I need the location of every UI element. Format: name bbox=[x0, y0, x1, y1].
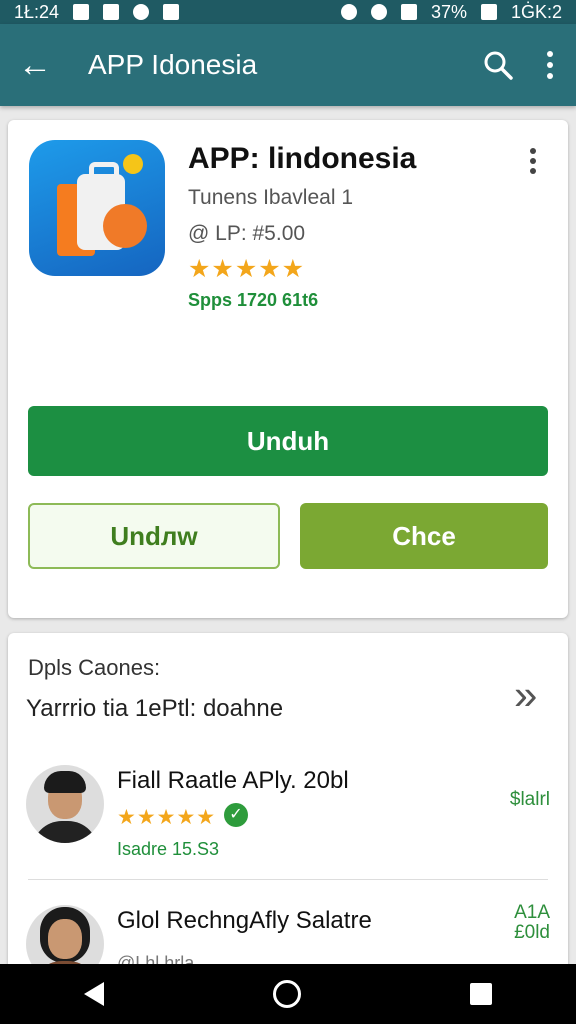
nav-recents-icon[interactable] bbox=[469, 983, 492, 1005]
review-item[interactable]: Glol RechngAfly Salatre @Lhl hrla A1A £0… bbox=[8, 895, 568, 973]
double-chevron-right-icon[interactable]: » bbox=[514, 671, 537, 719]
review-tag: $lalrl bbox=[509, 789, 550, 810]
app-downloads: Spps 1720 61t6 bbox=[188, 290, 319, 310]
signal-icon bbox=[400, 4, 417, 20]
status-clock: 1ĠK:2 bbox=[510, 1, 562, 22]
back-arrow-icon: ← bbox=[18, 45, 52, 84]
edit-icon bbox=[163, 4, 180, 20]
verified-check-icon: ✓ bbox=[224, 803, 248, 827]
more-vert-icon bbox=[547, 51, 553, 79]
app-developer: Tunens Ibavleal 1 bbox=[188, 186, 353, 209]
calendar-icon bbox=[103, 4, 120, 20]
reviews-title: Dpls Caones: bbox=[28, 655, 161, 680]
secondary-button[interactable]: Undлw bbox=[28, 503, 280, 569]
star-icon: ★★★★★ bbox=[188, 255, 306, 283]
review-stars: ★★★★★ bbox=[117, 806, 217, 829]
system-nav-bar bbox=[0, 964, 576, 1024]
reviewer-name: Glol RechngAfly Salatre bbox=[117, 907, 372, 934]
app-menu-button[interactable] bbox=[530, 148, 536, 178]
reviewer-name: Fiall Raatle APly. 20bl bbox=[117, 767, 349, 794]
search-button[interactable] bbox=[472, 24, 524, 106]
avatar bbox=[26, 765, 104, 843]
search-icon bbox=[484, 51, 513, 80]
download-button[interactable]: Unduh bbox=[28, 406, 548, 476]
battery-level: 37% bbox=[430, 1, 467, 22]
app-details-card: APP: lindonesia Tunens Ibavleal 1 @ LP: … bbox=[8, 120, 568, 618]
shield-icon bbox=[133, 4, 150, 20]
wifi-icon bbox=[370, 4, 387, 20]
nav-home-icon[interactable] bbox=[272, 980, 301, 1008]
app-bar-title: APP Idonesia bbox=[88, 49, 258, 80]
app-bag-icon bbox=[29, 140, 165, 276]
nav-back-icon[interactable] bbox=[84, 982, 105, 1006]
battery-icon bbox=[480, 4, 497, 20]
alarm-icon bbox=[340, 4, 357, 20]
status-time: 1Ł:24 bbox=[14, 1, 60, 22]
reviews-card: Dpls Caones: Yarrrio tia 1ePtl: doahne »… bbox=[8, 633, 568, 973]
app-rating-stars: ★★★★★ bbox=[188, 254, 305, 284]
review-meta: Isadre 15.S3 bbox=[117, 839, 220, 859]
review-tag: A1A £0ld bbox=[514, 902, 550, 943]
reviews-subtitle: Yarrrio tia 1ePtl: doahne bbox=[26, 695, 284, 722]
notification-icon bbox=[73, 4, 90, 20]
status-bar: 1Ł:24 37% 1ĠK:2 bbox=[0, 0, 576, 24]
overflow-menu-button[interactable] bbox=[524, 24, 576, 106]
back-button[interactable]: ← bbox=[0, 24, 70, 106]
app-bar: ← APP Idonesia bbox=[0, 24, 576, 106]
avatar bbox=[26, 905, 104, 973]
tertiary-button[interactable]: Chce bbox=[300, 503, 548, 569]
app-title: APP: lindonesia bbox=[188, 142, 417, 175]
divider bbox=[28, 879, 548, 880]
review-item[interactable]: Fiall Raatle APly. 20bl ★★★★★ ✓ Isadre 1… bbox=[8, 755, 568, 875]
app-price: @ LP: #5.00 bbox=[188, 222, 306, 245]
